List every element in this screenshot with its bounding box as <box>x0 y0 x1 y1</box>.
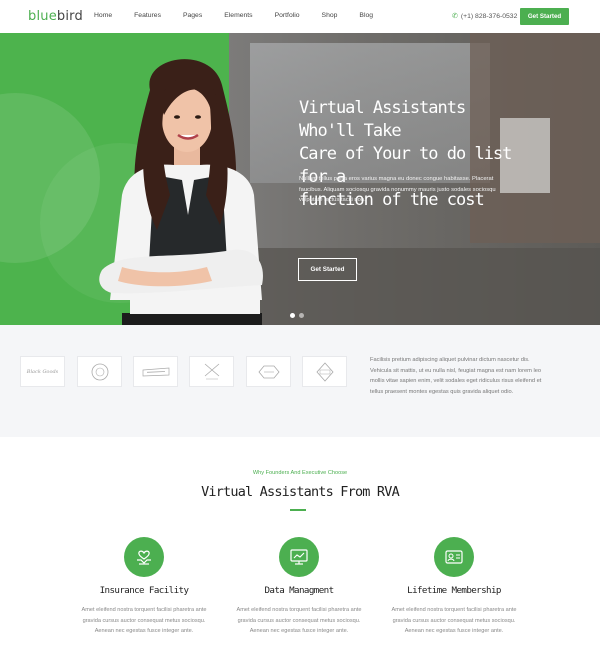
nav-portfolio[interactable]: Portfolio <box>275 12 300 19</box>
band-description: Facilisis pretium adipiscing aliquet pul… <box>370 355 562 397</box>
slider-dot-2[interactable] <box>299 313 304 318</box>
feature-card-membership: Lifetime Membership Amet eleifend nostra… <box>384 537 524 637</box>
nav-elements[interactable]: Elements <box>224 12 252 19</box>
site-header: bluebird Home Features Pages Elements Po… <box>0 0 600 33</box>
banner-icon <box>142 367 169 376</box>
main-nav: Home Features Pages Elements Portfolio S… <box>94 12 395 19</box>
nav-shop[interactable]: Shop <box>322 12 338 19</box>
nav-pages[interactable]: Pages <box>183 12 202 19</box>
band-description-line: Vehicula sit mattis, ut eu nulla nisl, f… <box>370 367 542 374</box>
logo-part-blue: blue <box>28 9 57 24</box>
client-logo-4[interactable] <box>189 356 234 387</box>
feature-description: Amet eleifend nostra torquent facilisi p… <box>229 605 369 637</box>
band-description-line: mollis vitae sapien enim, velit sodales … <box>370 378 542 384</box>
feature-description-line: gravida cursus auctor consequat metus so… <box>392 617 516 624</box>
hero-description-line: vulputate lectus taciti non. <box>299 197 366 203</box>
feature-description-line: Aenean nec egestas fusce integer ante. <box>94 628 194 634</box>
compass-icon <box>204 363 219 379</box>
feature-card-insurance: Insurance Facility Amet eleifend nostra … <box>74 537 214 637</box>
feature-description: Amet eleifend nostra torquent facilisi p… <box>74 605 214 637</box>
client-logos-band: Black Goods Facilisis pretium adipiscing… <box>0 325 600 437</box>
site-logo[interactable]: bluebird <box>28 9 83 24</box>
feature-description-line: Amet eleifend nostra torquent facilisi p… <box>81 607 207 613</box>
feature-description-line: Amet eleifend nostra torquent facilisi p… <box>391 607 517 613</box>
features-title: Virtual Assistants From RVA <box>201 484 400 500</box>
feature-description-line: gravida cursus auctor consequat metus so… <box>237 617 361 624</box>
feature-description-line: gravida cursus auctor consequat metus so… <box>82 617 206 624</box>
slider-dots <box>290 313 304 318</box>
client-logo-2[interactable] <box>77 356 122 387</box>
monitor-chart-icon <box>279 537 319 577</box>
hero-title-line: Virtual Assistants Who'll Take <box>299 98 466 141</box>
features-kicker: Why Founders And Executive Choose <box>252 470 348 476</box>
feature-description: Amet eleifend nostra torquent facilisi p… <box>384 605 524 637</box>
nav-home[interactable]: Home <box>94 12 112 19</box>
phone-icon: ✆ <box>452 13 458 20</box>
nav-blog[interactable]: Blog <box>359 12 373 19</box>
emblem-icon <box>91 363 108 380</box>
feature-card-data: Data Managment Amet eleifend nostra torq… <box>229 537 369 637</box>
phone-contact[interactable]: ✆ (+1) 828-376-0532 <box>452 12 518 21</box>
hero-description: Nullam tellus porta eros varius magna eu… <box>299 174 509 206</box>
client-logo-5[interactable] <box>246 356 291 387</box>
client-logo-3[interactable] <box>133 356 178 387</box>
hero-woman-photo <box>99 59 263 325</box>
band-description-line: Facilisis pretium adipiscing aliquet pul… <box>370 357 530 363</box>
feature-title: Data Managment <box>264 585 334 596</box>
phone-number: (+1) 828-376-0532 <box>460 12 518 20</box>
client-logo-6[interactable] <box>302 356 347 387</box>
band-description-line: tellus praesent montes egestas quis grav… <box>370 388 514 395</box>
hero-slider: Virtual Assistants Who'll Take Care of Y… <box>0 33 600 325</box>
feature-description-line: Aenean nec egestas fusce integer ante. <box>249 628 349 634</box>
hands-heart-icon <box>124 537 164 577</box>
badge-icon <box>257 365 280 378</box>
client-logo-1-text: Black Goods <box>26 368 59 375</box>
feature-description-line: Aenean nec egestas fusce integer ante. <box>404 628 504 634</box>
header-get-started-button[interactable]: Get Started <box>520 8 569 25</box>
id-card-icon <box>434 537 474 577</box>
logo-part-bird: bird <box>56 9 83 24</box>
feature-title: Lifetime Membership <box>407 585 501 596</box>
nav-features[interactable]: Features <box>134 12 161 19</box>
hero-description-line: Nullam tellus porta eros varius magna eu… <box>299 176 494 182</box>
hero-description-line: faucibus. Aliquam sociosqu gravida nonum… <box>299 186 496 193</box>
feature-title: Insurance Facility <box>99 585 189 596</box>
title-underline <box>290 509 306 511</box>
feature-description-line: Amet eleifend nostra torquent facilisi p… <box>236 607 362 613</box>
shield-icon <box>315 361 334 382</box>
client-logo-1[interactable]: Black Goods <box>20 356 65 387</box>
slider-dot-1[interactable] <box>290 313 295 318</box>
hero-get-started-button[interactable]: Get Started <box>298 258 357 281</box>
